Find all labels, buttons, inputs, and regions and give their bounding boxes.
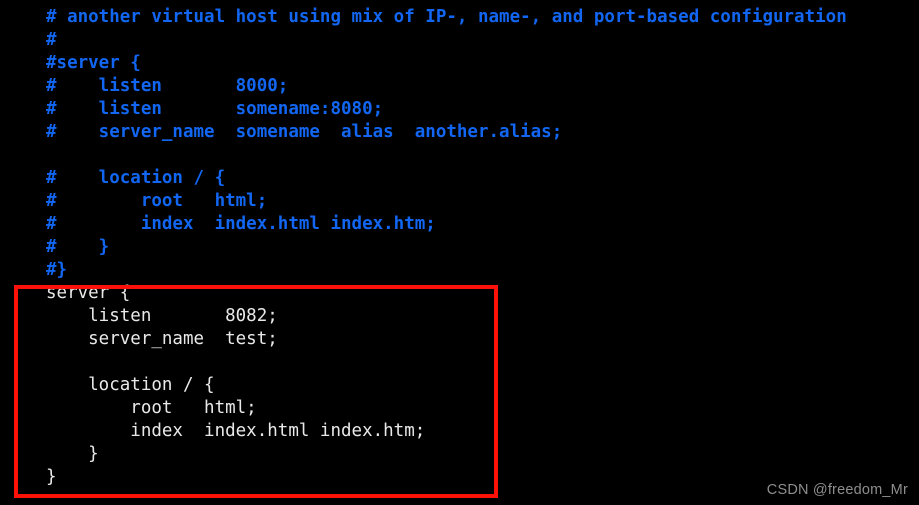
terminal-screen: # another virtual host using mix of IP-,… [0, 0, 919, 505]
code-line: # server_name somename alias another.ali… [46, 122, 563, 142]
code-line: # another virtual host using mix of IP-,… [46, 7, 847, 27]
code-line: # root html; [46, 191, 268, 211]
code-line: index index.html index.htm; [46, 421, 426, 441]
code-line: #} [46, 260, 68, 280]
code-line: listen 8082; [46, 306, 278, 326]
code-line: # [46, 30, 57, 50]
code-line: # index index.html index.htm; [46, 214, 436, 234]
code-line: # location / { [46, 168, 226, 188]
code-line: location / { [46, 375, 215, 395]
watermark-text: CSDN @freedom_Mr [766, 482, 908, 498]
config-code-block: # another virtual host using mix of IP-,… [46, 6, 916, 489]
code-line: #server { [46, 53, 141, 73]
code-line: # } [46, 237, 110, 257]
code-line: server { [46, 283, 131, 303]
code-line: } [46, 444, 99, 464]
code-line: # listen somename:8080; [46, 99, 384, 119]
code-line: root html; [46, 398, 257, 418]
code-line: server_name test; [46, 329, 278, 349]
code-line: # listen 8000; [46, 76, 289, 96]
